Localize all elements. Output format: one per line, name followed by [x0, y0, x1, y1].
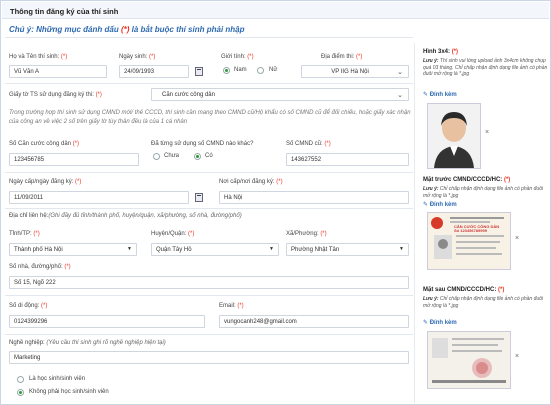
job-input[interactable]: Marketing	[9, 351, 409, 364]
district-label: Huyện/Quận: (*)	[151, 231, 195, 237]
gender-label: Giới tính: (*)	[221, 54, 254, 60]
student-no-radio[interactable]	[17, 389, 24, 396]
photo-note: Lưu ý: Thí sinh vui lòng upload ảnh 3x4c…	[423, 58, 548, 77]
photo-title: Hình 3x4: (*)	[423, 49, 459, 55]
gender-male-label: Nam	[234, 67, 247, 73]
gender-male-radio[interactable]	[223, 67, 230, 74]
remove-photo-icon[interactable]: ×	[485, 129, 489, 136]
paperclip-icon: ✎	[423, 92, 430, 98]
divider	[5, 295, 413, 296]
back-attach-link[interactable]: ✎ Đính kèm	[423, 319, 457, 326]
phone-label: Số di động: (*)	[9, 303, 48, 309]
province-label: Tỉnh/TP: (*)	[9, 231, 40, 237]
venue-select[interactable]: VP IIG Hà Nội ⌄	[301, 65, 409, 78]
back-thumbnail	[427, 331, 511, 389]
fullname-label: Họ và Tên thí sinh: (*)	[9, 54, 68, 60]
divider	[5, 37, 413, 38]
paperclip-icon: ✎	[423, 320, 430, 326]
gender-female-radio[interactable]	[257, 67, 264, 74]
calendar-icon[interactable]	[195, 193, 203, 202]
oldid-label: Số CMND cũ: (*)	[286, 141, 331, 147]
id-front-image	[428, 213, 510, 269]
triangle-down-icon: ▼	[127, 246, 132, 252]
panel-header: Thông tin đăng ký của thí sinh	[2, 2, 549, 19]
required-note: Chú ý: Những mục đánh dấu (*) là bắt buộ…	[9, 25, 245, 34]
front-attach-link[interactable]: ✎ Đính kèm	[423, 201, 457, 208]
email-input[interactable]: vungocanh248@gmail.com	[219, 315, 409, 328]
idtype-note: Trong trường hợp thí sinh sử dụng CMND m…	[9, 110, 411, 125]
panel-title: Thông tin đăng ký của thí sinh	[10, 7, 119, 16]
email-label: Email: (*)	[219, 303, 244, 309]
ward-select[interactable]: Phường Nhật Tân ▼	[286, 243, 409, 256]
chevron-down-icon: ⌄	[397, 92, 403, 99]
usedold-no-radio[interactable]	[153, 153, 160, 160]
address-label: Địa chỉ liên hệ:(Ghi đầy đủ tỉnh/thành p…	[9, 213, 242, 219]
triangle-down-icon: ▼	[399, 246, 404, 252]
back-title: Mặt sau CMND/CCCD/HC: (*)	[423, 287, 505, 293]
student-no-label: Không phải học sinh/sinh viên	[29, 389, 109, 395]
registration-panel: Thông tin đăng ký của thí sinh Chú ý: Nh…	[0, 0, 551, 405]
street-input[interactable]: Số 15, Ngõ 222	[9, 276, 409, 289]
paperclip-icon: ✎	[423, 202, 430, 208]
triangle-down-icon: ▼	[269, 246, 274, 252]
fullname-input[interactable]: Vũ Văn A	[9, 65, 107, 78]
issueplace-label: Nơi cấp/nơi đăng ký: (*)	[219, 179, 283, 185]
remove-back-icon[interactable]: ×	[515, 353, 519, 360]
idtype-label: Giấy tờ TS sử dụng đăng ký thi: (*)	[9, 92, 102, 98]
divider	[5, 334, 413, 335]
photo-attach-link[interactable]: ✎ Đính kèm	[423, 91, 457, 98]
usedold-yes-label: Có	[205, 153, 213, 159]
dob-label: Ngày sinh: (*)	[119, 54, 156, 60]
student-yes-label: Là học sinh/sinh viên	[29, 376, 86, 382]
issuedate-label: Ngày cấp/ngày đăng ký: (*)	[9, 179, 82, 185]
divider	[5, 172, 413, 173]
idnum-label: Số Căn cước công dân (*)	[9, 141, 80, 147]
remove-front-icon[interactable]: ×	[515, 235, 519, 242]
divider	[5, 83, 413, 84]
usedold-label: Đã từng sử dụng số CMND nào khác?	[151, 141, 254, 147]
usedold-yes-radio[interactable]	[194, 153, 201, 160]
gender-female-label: Nữ	[269, 67, 278, 73]
id-back-image	[428, 332, 510, 388]
issuedate-input[interactable]: 11/09/2011	[9, 191, 189, 204]
province-select[interactable]: Thành phố Hà Nội ▼	[9, 243, 137, 256]
chevron-down-icon: ⌄	[397, 69, 403, 76]
venue-label: Địa điểm thi: (*)	[321, 54, 363, 60]
photo-thumbnail	[427, 103, 481, 169]
district-select[interactable]: Quận Tây Hồ ▼	[151, 243, 279, 256]
student-yes-radio[interactable]	[17, 376, 24, 383]
dob-input[interactable]: 24/09/1993	[119, 65, 189, 78]
job-label: Nghề nghiệp: (Yêu cầu thí sinh ghi rõ ng…	[9, 340, 166, 346]
oldid-input[interactable]: 143627552	[286, 153, 409, 166]
front-thumbnail: CĂN CƯỚC CÔNG DÂN Số 123456789999	[427, 212, 511, 270]
idnum-input[interactable]: 123456785	[9, 153, 139, 166]
back-note: Lưu ý: Chỉ chấp nhận định dạng file ảnh …	[423, 296, 544, 309]
usedold-no-label: Chưa	[164, 153, 180, 159]
divider	[5, 208, 413, 209]
issueplace-input[interactable]: Hà Nội	[219, 191, 409, 204]
card-number: Số 123456789999	[454, 228, 487, 233]
portrait-image	[428, 104, 480, 168]
phone-input[interactable]: 0124399296	[9, 315, 205, 328]
front-note: Lưu ý: Chỉ chấp nhận định dạng file ảnh …	[423, 186, 544, 199]
ward-label: Xã/Phường: (*)	[286, 231, 327, 237]
calendar-icon[interactable]	[195, 67, 203, 76]
street-label: Số nhà, đường/phố: (*)	[9, 264, 71, 270]
column-divider	[414, 43, 415, 403]
idtype-select[interactable]: Căn cước công dân ⌄	[151, 88, 409, 101]
front-title: Mặt trước CMND/CCCD/HC: (*)	[423, 177, 511, 183]
